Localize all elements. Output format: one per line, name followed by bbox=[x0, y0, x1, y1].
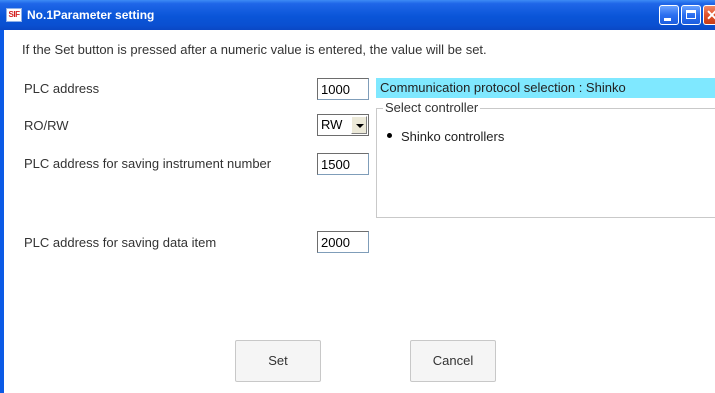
dialog-body: If the Set button is pressed after a num… bbox=[4, 30, 715, 393]
ro-rw-select[interactable]: RW bbox=[317, 114, 369, 136]
data-item-address-input[interactable] bbox=[317, 231, 369, 253]
cancel-button[interactable]: Cancel bbox=[410, 340, 496, 382]
close-button[interactable]: ✕ bbox=[703, 5, 715, 25]
maximize-button[interactable] bbox=[681, 5, 701, 25]
minimize-icon bbox=[664, 18, 671, 21]
plc-address-label: PLC address bbox=[24, 81, 100, 96]
title-bar[interactable]: SIF No.1Parameter setting ✕ bbox=[0, 0, 715, 30]
maximize-icon bbox=[686, 10, 696, 19]
instruction-text: If the Set button is pressed after a num… bbox=[22, 42, 487, 57]
set-button[interactable]: Set bbox=[235, 340, 321, 382]
window-title: No.1Parameter setting bbox=[27, 8, 155, 22]
minimize-button[interactable] bbox=[659, 5, 679, 25]
plc-address-input[interactable] bbox=[317, 78, 369, 100]
radio-selected-icon[interactable] bbox=[385, 131, 394, 140]
app-icon: SIF bbox=[6, 8, 22, 22]
ro-rw-selected-value: RW bbox=[321, 117, 343, 132]
dropdown-arrow-icon[interactable] bbox=[351, 116, 367, 134]
select-controller-legend: Select controller bbox=[383, 100, 481, 115]
select-controller-group: Select controller Shinko controllers bbox=[376, 100, 715, 218]
parameter-setting-window: SIF No.1Parameter setting ✕ If the Set b… bbox=[0, 0, 715, 393]
data-item-address-label: PLC address for saving data item bbox=[24, 235, 217, 250]
protocol-selection-banner: Communication protocol selection : Shink… bbox=[376, 78, 715, 98]
instrument-number-address-input[interactable] bbox=[317, 153, 369, 175]
ro-rw-label: RO/RW bbox=[24, 118, 69, 133]
close-icon: ✕ bbox=[706, 7, 715, 23]
instrument-number-address-label: PLC address for saving instrument number bbox=[24, 156, 272, 171]
shinko-controllers-label: Shinko controllers bbox=[401, 129, 505, 144]
